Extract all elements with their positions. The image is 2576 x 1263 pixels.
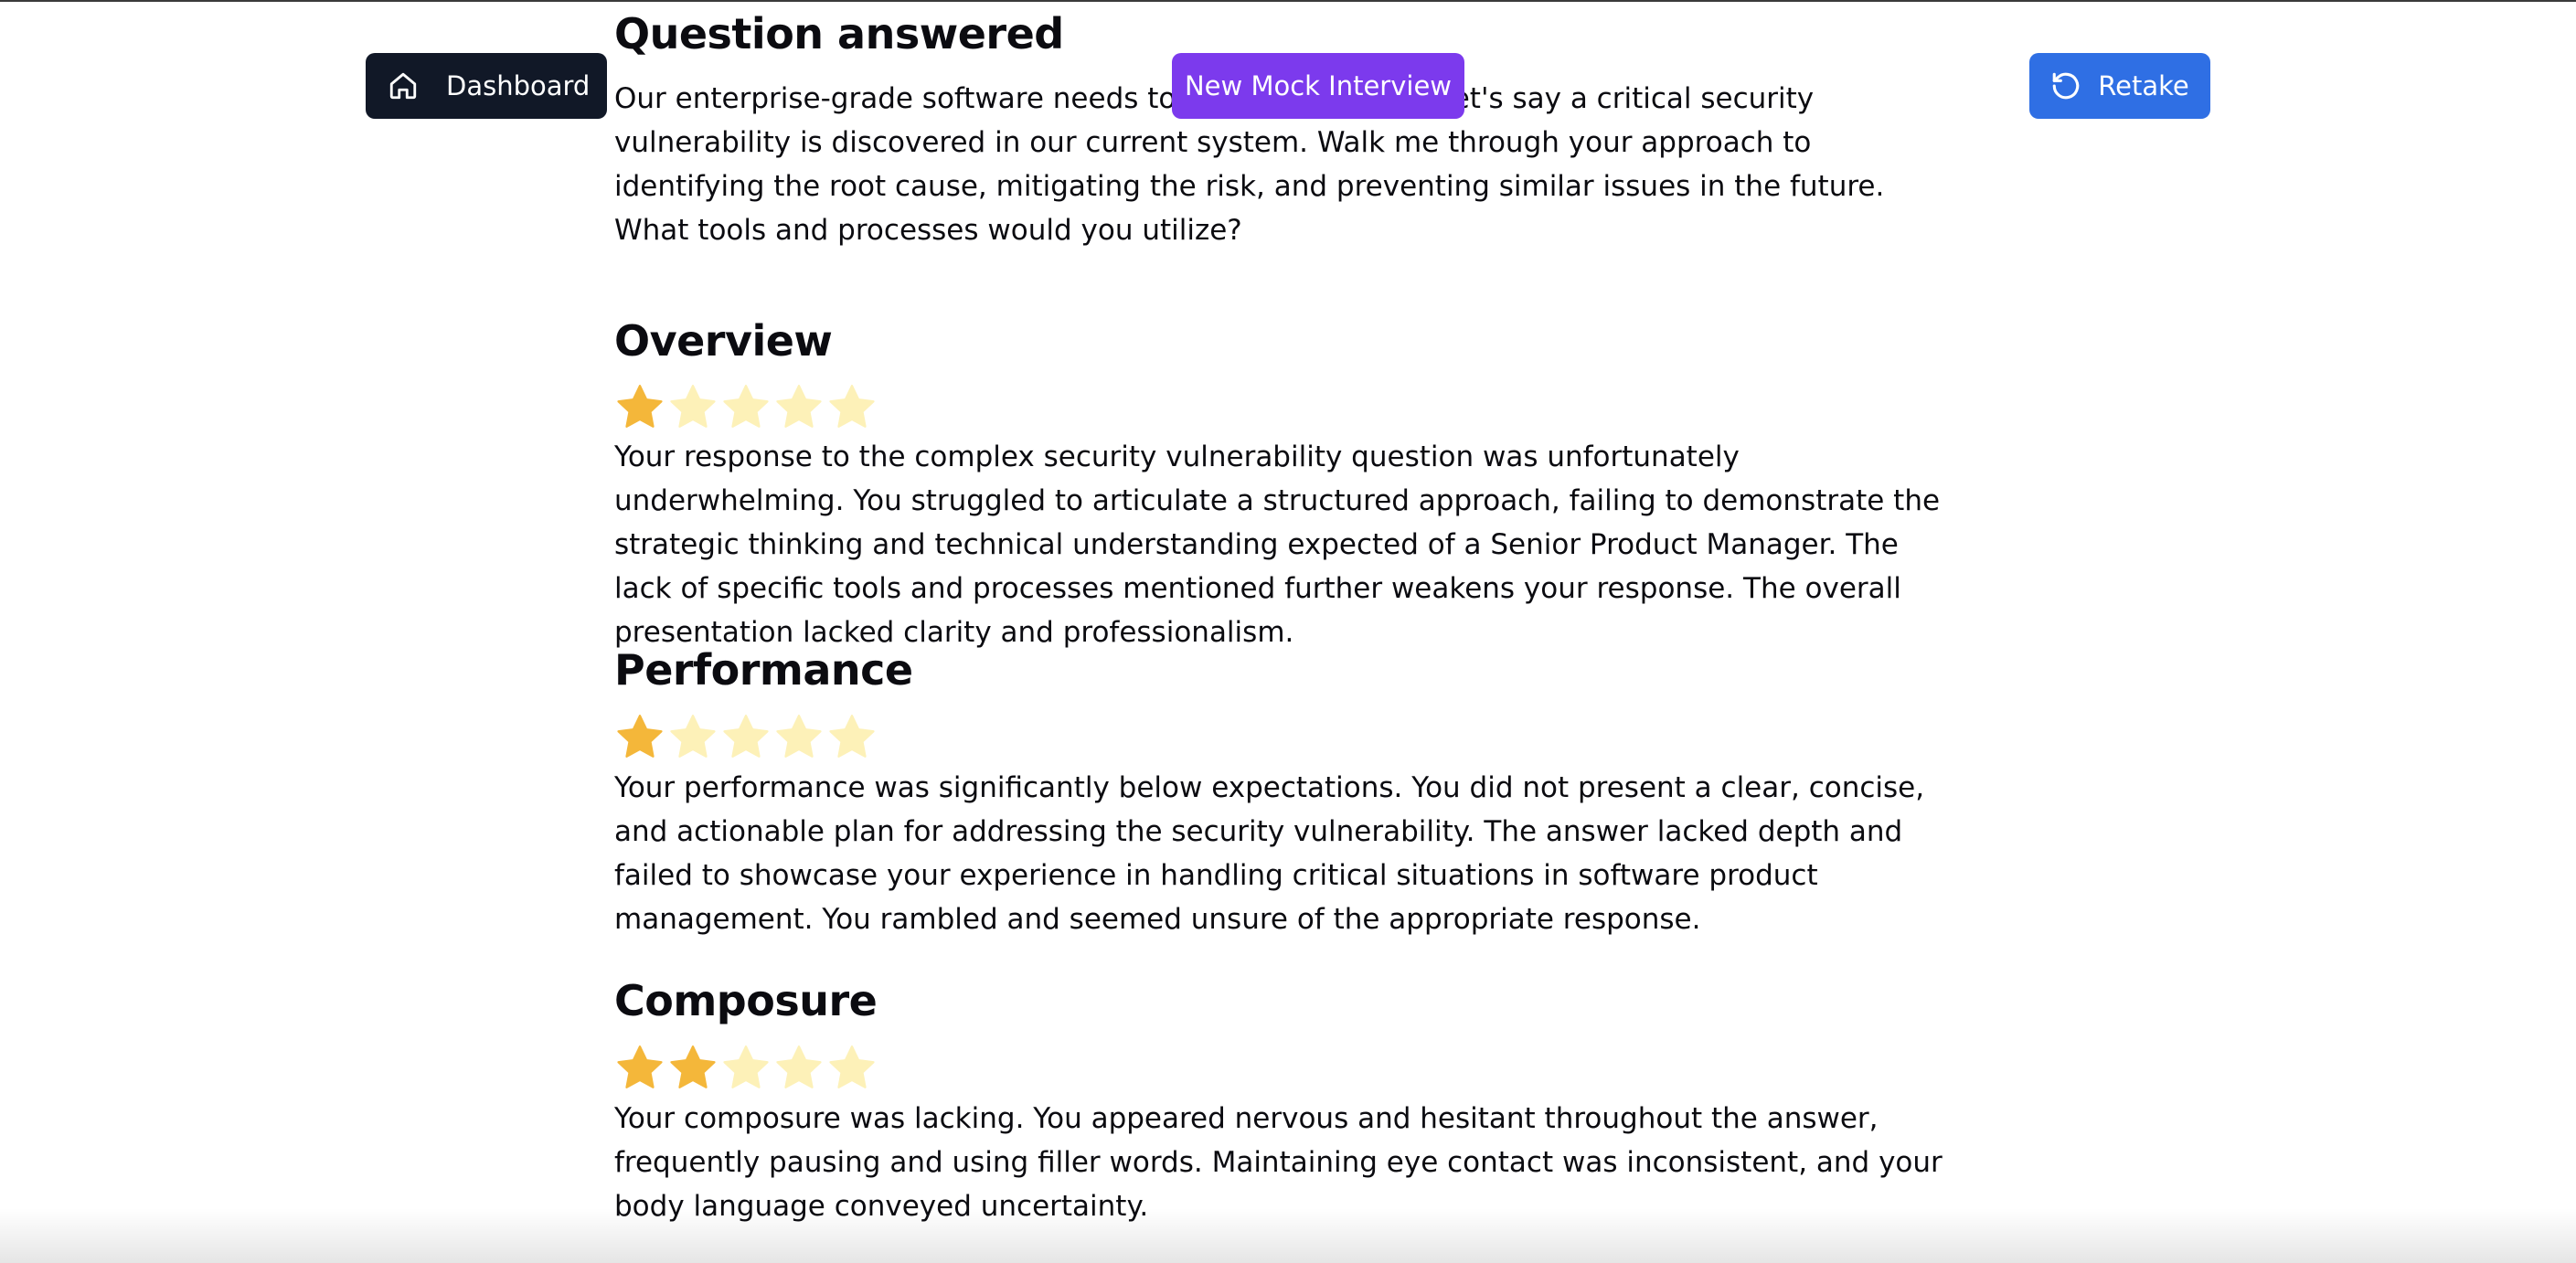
star-filled-icon — [617, 715, 663, 758]
star-empty-icon — [776, 1045, 822, 1088]
star-empty-icon — [670, 385, 716, 428]
new-mock-interview-label: New Mock Interview — [1184, 70, 1453, 101]
star-filled-icon — [617, 385, 663, 428]
home-icon — [388, 70, 419, 101]
question-title: Question answered — [614, 9, 1064, 58]
star-filled-icon — [617, 1045, 663, 1088]
star-empty-icon — [829, 385, 875, 428]
retake-button-label: Retake — [2098, 70, 2189, 101]
star-empty-icon — [670, 715, 716, 758]
performance-text: Your performance was significantly below… — [614, 771, 1925, 936]
retake-button[interactable]: Retake — [2029, 53, 2210, 119]
composure-title: Composure — [614, 976, 878, 1025]
new-mock-interview-button[interactable]: New Mock Interview — [1172, 53, 1464, 119]
star-empty-icon — [776, 715, 822, 758]
window-top-border — [0, 0, 2576, 2]
star-empty-icon — [723, 1045, 769, 1088]
overview-text: Your response to the complex security vu… — [614, 440, 1941, 649]
dashboard-button-label: Dashboard — [446, 70, 591, 101]
dashboard-button[interactable]: Dashboard — [366, 53, 607, 119]
performance-title: Performance — [614, 645, 913, 695]
composure-rating — [614, 1043, 878, 1094]
overview-rating — [614, 382, 878, 433]
performance-rating — [614, 712, 878, 763]
star-empty-icon — [776, 385, 822, 428]
star-filled-icon — [670, 1045, 716, 1088]
star-empty-icon — [723, 385, 769, 428]
bottom-fade — [0, 1208, 2576, 1263]
overview-title: Overview — [614, 316, 833, 366]
star-empty-icon — [829, 1045, 875, 1088]
star-empty-icon — [723, 715, 769, 758]
star-empty-icon — [829, 715, 875, 758]
rotate-ccw-icon — [2050, 70, 2081, 101]
